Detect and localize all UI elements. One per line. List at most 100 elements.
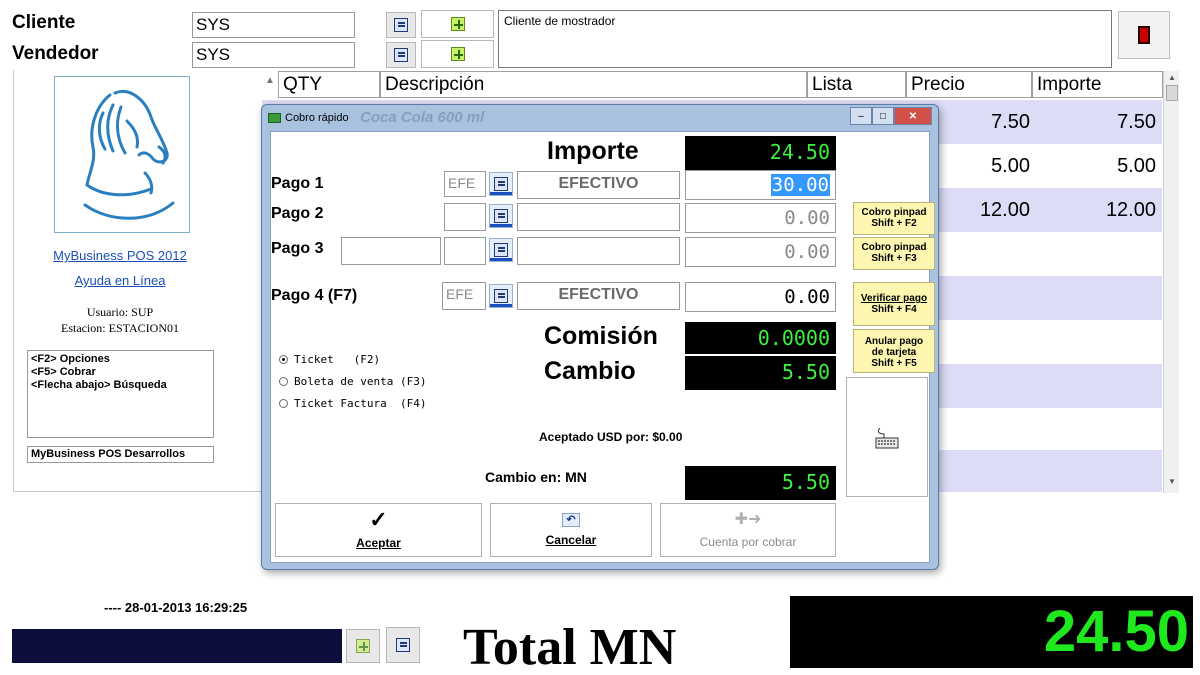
undo-icon: ↶ xyxy=(562,513,580,527)
select-list-icon xyxy=(396,638,410,652)
hint-box: <F2> Opciones <F5> Cobrar <Flecha abajo>… xyxy=(27,350,214,438)
vendedor-search-button[interactable] xyxy=(386,42,416,68)
pos-window: Cliente SYS Vendedor SYS Cliente de most… xyxy=(0,0,1200,675)
pago4-description: EFECTIVO xyxy=(517,282,680,310)
col-importe[interactable]: Importe xyxy=(1032,71,1163,98)
comision-display: 0.0000 xyxy=(685,322,836,354)
select-list-icon xyxy=(494,243,508,257)
pago2-code-field[interactable] xyxy=(444,203,486,231)
vendedor-add-button[interactable] xyxy=(421,40,494,68)
cambio-en-label: Cambio en: MN xyxy=(485,469,587,485)
total-display: 24.50 xyxy=(790,596,1193,668)
col-qty[interactable]: QTY xyxy=(278,71,380,98)
hint-item: <F5> Cobrar xyxy=(31,366,96,378)
dialog-title: Cobro rápido xyxy=(285,112,349,124)
horse-logo xyxy=(54,76,190,233)
radio-label: Ticket Factura (F4) xyxy=(294,397,427,410)
grid-scrollbar[interactable]: ▲ ▼ xyxy=(1163,71,1179,493)
minimize-button[interactable]: – xyxy=(850,107,872,125)
cancelar-label: Cancelar xyxy=(545,533,597,547)
comision-label: Comisión xyxy=(544,322,658,350)
keyboard-icon xyxy=(875,427,899,449)
pago1-select-button[interactable] xyxy=(489,172,513,196)
pago2-description xyxy=(517,203,680,231)
usd-accepted-text: Aceptado USD por: $0.00 xyxy=(539,430,683,444)
pago4-code-field[interactable]: EFE xyxy=(442,282,486,310)
estacion-text: Estacion: ESTACION01 xyxy=(60,321,180,335)
keyboard-button[interactable] xyxy=(846,377,928,497)
cliente-field[interactable]: SYS xyxy=(192,12,355,38)
cambio-label: Cambio xyxy=(544,357,636,385)
radio-boleta[interactable]: Boleta de venta (F3) xyxy=(279,375,426,388)
radio-indicator xyxy=(279,377,288,386)
scroll-down-icon[interactable]: ▼ xyxy=(1165,477,1179,489)
pago4-amount-field[interactable]: 0.00 xyxy=(685,282,836,312)
aceptar-label: Aceptar xyxy=(356,536,401,550)
exit-button[interactable] xyxy=(1118,11,1170,59)
cliente-search-button[interactable] xyxy=(386,12,416,38)
pago4-select-button[interactable] xyxy=(489,284,513,308)
pago2-select-button[interactable] xyxy=(489,204,513,228)
footer-add-button[interactable] xyxy=(346,629,380,663)
pago1-label: Pago 1 xyxy=(271,175,324,192)
cuenta-por-cobrar-button[interactable]: ✚➜ Cuenta por cobrar xyxy=(660,503,836,557)
app-link[interactable]: MyBusiness POS 2012 xyxy=(14,248,226,263)
radio-label: Boleta de venta (F3) xyxy=(294,375,427,388)
pago3-select-button[interactable] xyxy=(489,238,513,262)
button-line: Shift + F2 xyxy=(871,218,917,229)
checkmark-icon: ✓ xyxy=(369,507,388,532)
importe-cell: 12.00 xyxy=(1105,199,1156,221)
footer-search-button[interactable] xyxy=(386,627,420,663)
cancelar-button[interactable]: ↶ Cancelar xyxy=(490,503,652,557)
col-precio[interactable]: Precio xyxy=(906,71,1032,98)
cobro-pinpad-f3-button[interactable]: Cobro pinpad Shift + F3 xyxy=(853,237,935,270)
pago1-description: EFECTIVO xyxy=(517,171,680,199)
vendedor-field[interactable]: SYS xyxy=(192,42,355,68)
developer-label: MyBusiness POS Desarrollos xyxy=(27,446,214,463)
add-icon xyxy=(450,47,465,61)
importe-cell: 5.00 xyxy=(1117,155,1156,177)
col-lista[interactable]: Lista xyxy=(807,71,906,98)
aceptar-button[interactable]: ✓ Aceptar xyxy=(275,503,482,557)
pago3-reference-field[interactable] xyxy=(341,237,441,265)
close-button[interactable]: ✕ xyxy=(894,107,932,125)
importe-cell: 7.50 xyxy=(1117,111,1156,133)
button-line: Shift + F3 xyxy=(871,253,917,264)
select-list-icon xyxy=(394,18,408,32)
cash-icon xyxy=(268,113,281,123)
scroll-thumb[interactable] xyxy=(1166,85,1178,101)
pago1-code-field[interactable]: EFE xyxy=(444,171,486,197)
pago3-label: Pago 3 xyxy=(271,240,324,257)
pago1-amount-selected: 30.00 xyxy=(770,174,830,196)
datetime-text: ---- 28-01-2013 16:29:25 xyxy=(104,600,248,615)
col-descripcion[interactable]: Descripción xyxy=(380,71,807,98)
cambio-display: 5.50 xyxy=(685,356,836,390)
add-icon xyxy=(450,17,465,31)
button-line: Shift + F5 xyxy=(871,358,917,369)
pago3-code-field[interactable] xyxy=(444,237,486,265)
verificar-pago-button[interactable]: Verificar pago Shift + F4 xyxy=(853,282,935,326)
vendedor-label: Vendedor xyxy=(12,43,99,64)
pago2-amount-field[interactable]: 0.00 xyxy=(685,203,836,233)
radio-label: Ticket (F2) xyxy=(294,353,381,366)
hint-item: <F2> Opciones xyxy=(31,353,110,365)
radio-ticket[interactable]: Ticket (F2) xyxy=(279,353,380,366)
sort-up-icon[interactable]: ▲ xyxy=(262,71,278,98)
maximize-button[interactable]: □ xyxy=(872,107,894,125)
scroll-up-icon[interactable]: ▲ xyxy=(1165,73,1179,85)
radio-ticket-factura[interactable]: Ticket Factura (F4) xyxy=(279,397,426,410)
cliente-add-button[interactable] xyxy=(421,10,494,38)
radio-indicator xyxy=(279,399,288,408)
dialog-title-bar[interactable]: Cobro rápido xyxy=(268,108,349,128)
anular-pago-button[interactable]: Anular pago de tarjeta Shift + F5 xyxy=(853,329,935,373)
help-link[interactable]: Ayuda en Línea xyxy=(14,273,226,288)
exit-door-icon xyxy=(1138,26,1150,44)
barcode-input[interactable] xyxy=(12,629,342,663)
pago1-amount-field[interactable]: 30.00 xyxy=(685,170,836,200)
cobro-pinpad-f2-button[interactable]: Cobro pinpad Shift + F2 xyxy=(853,202,935,235)
hint-item: <Flecha abajo> Búsqueda xyxy=(31,379,167,391)
ghost-product-text: Coca Cola 600 ml xyxy=(360,109,485,126)
client-description: Cliente de mostrador xyxy=(498,10,1112,68)
button-line: Cobro pinpad xyxy=(861,242,927,253)
pago3-amount-field[interactable]: 0.00 xyxy=(685,237,836,267)
